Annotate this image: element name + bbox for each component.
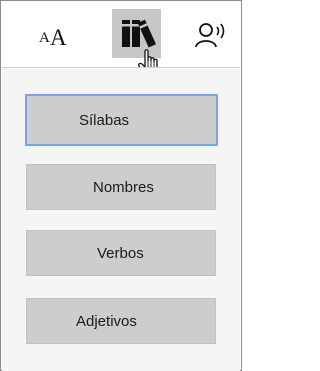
parts-of-speech-button[interactable] [112,9,161,58]
text-size-button[interactable]: A A [31,15,77,55]
toolbar: A A [1,1,241,76]
books-icon [121,19,156,48]
options-panel: Sílabas Nombres Verbos Adjetivos [2,67,240,371]
option-adjetivos[interactable]: Adjetivos [26,298,216,344]
read-aloud-icon [195,23,225,48]
window-frame: A A Sílabas Nombres Verbos Adjetivos [0,0,242,371]
read-aloud-button[interactable] [191,15,233,55]
svg-text:A: A [50,25,67,49]
option-silabas[interactable]: Sílabas [25,94,218,146]
text-size-icon: A A [39,25,67,49]
svg-text:A: A [39,30,50,46]
option-verbos[interactable]: Verbos [26,230,216,276]
option-nombres[interactable]: Nombres [26,164,216,210]
